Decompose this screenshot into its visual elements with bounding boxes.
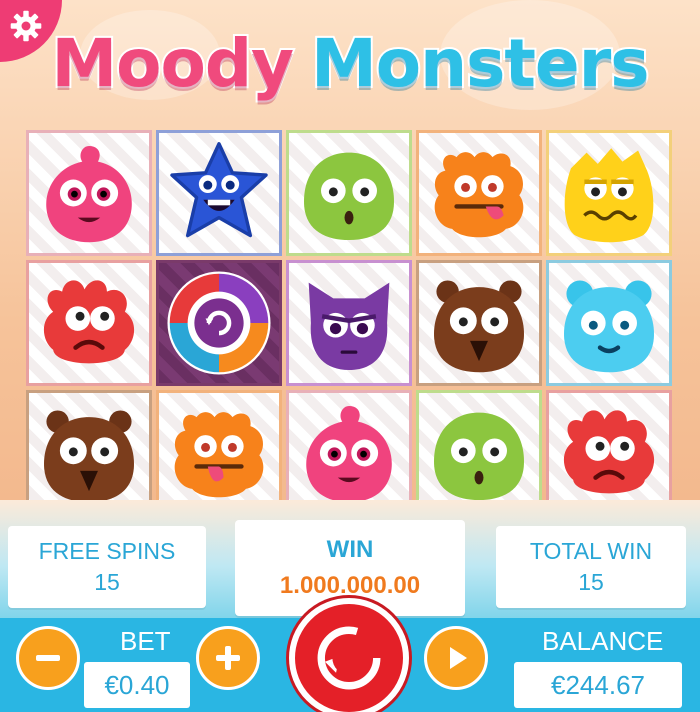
- bet-decrease-button[interactable]: [16, 626, 80, 690]
- game-logo: Moody Monsters: [0, 18, 700, 108]
- reel-symbol: [286, 130, 412, 256]
- spin-button[interactable]: [289, 598, 409, 712]
- reel-symbol: [546, 390, 672, 516]
- win-label: WIN: [326, 536, 374, 563]
- spin-icon: [317, 626, 381, 690]
- total-win-panel: TOTAL WIN 15: [496, 526, 686, 608]
- minus-icon: [36, 655, 60, 661]
- logo-word-2: Monsters: [309, 23, 651, 104]
- blue-star-monster-icon: [170, 142, 268, 238]
- balance-label: BALANCE: [542, 626, 664, 656]
- reel-symbol: [156, 260, 282, 386]
- reel-symbol: [26, 390, 152, 516]
- play-icon: [450, 647, 467, 669]
- reel-symbol: [156, 390, 282, 516]
- pink-blob-monster-icon: [306, 405, 392, 503]
- pink-blob-monster-icon: [46, 145, 132, 243]
- reel-symbol: [26, 260, 152, 386]
- reel-symbol: [546, 260, 672, 386]
- reel-symbol: [416, 390, 542, 516]
- bet-label: BET: [120, 626, 171, 656]
- purple-cat-monster-icon: [308, 282, 390, 371]
- reel-symbol: [286, 390, 412, 516]
- reel-symbol: [156, 130, 282, 256]
- autoplay-button[interactable]: [424, 626, 488, 690]
- red-horned-monster-icon: [43, 280, 135, 364]
- reel-symbol: [546, 130, 672, 256]
- balance-value: €244.67: [514, 662, 682, 708]
- total-win-label: TOTAL WIN: [529, 538, 653, 564]
- reel-symbol: [26, 130, 152, 256]
- green-blob-monster-icon: [434, 412, 524, 501]
- bet-value: €0.40: [84, 662, 190, 708]
- brown-eared-monster-icon: [44, 410, 134, 503]
- cyan-bear-monster-icon: [564, 280, 654, 373]
- reel-symbol: [416, 130, 542, 256]
- logo-word-1: Moody: [49, 23, 296, 104]
- total-win-value: 15: [578, 569, 604, 595]
- plus-icon: [216, 646, 240, 670]
- free-spins-panel: FREE SPINS 15: [8, 526, 206, 608]
- yellow-crown-monster-icon: [564, 148, 654, 243]
- orange-crab-monster-icon: [174, 412, 264, 498]
- bonus-wheel-icon: [167, 271, 271, 375]
- win-value: 1.000.000.00: [279, 572, 421, 599]
- orange-crab-monster-icon: [434, 152, 524, 238]
- reel-symbol: [286, 260, 412, 386]
- red-horned-monster-icon: [563, 410, 655, 494]
- free-spins-label: FREE SPINS: [38, 538, 176, 564]
- free-spins-value: 15: [94, 569, 120, 595]
- brown-eared-monster-icon: [434, 280, 524, 373]
- green-blob-monster-icon: [304, 152, 394, 241]
- reel-grid: [26, 130, 672, 516]
- bet-increase-button[interactable]: [196, 626, 260, 690]
- reel-symbol: [416, 260, 542, 386]
